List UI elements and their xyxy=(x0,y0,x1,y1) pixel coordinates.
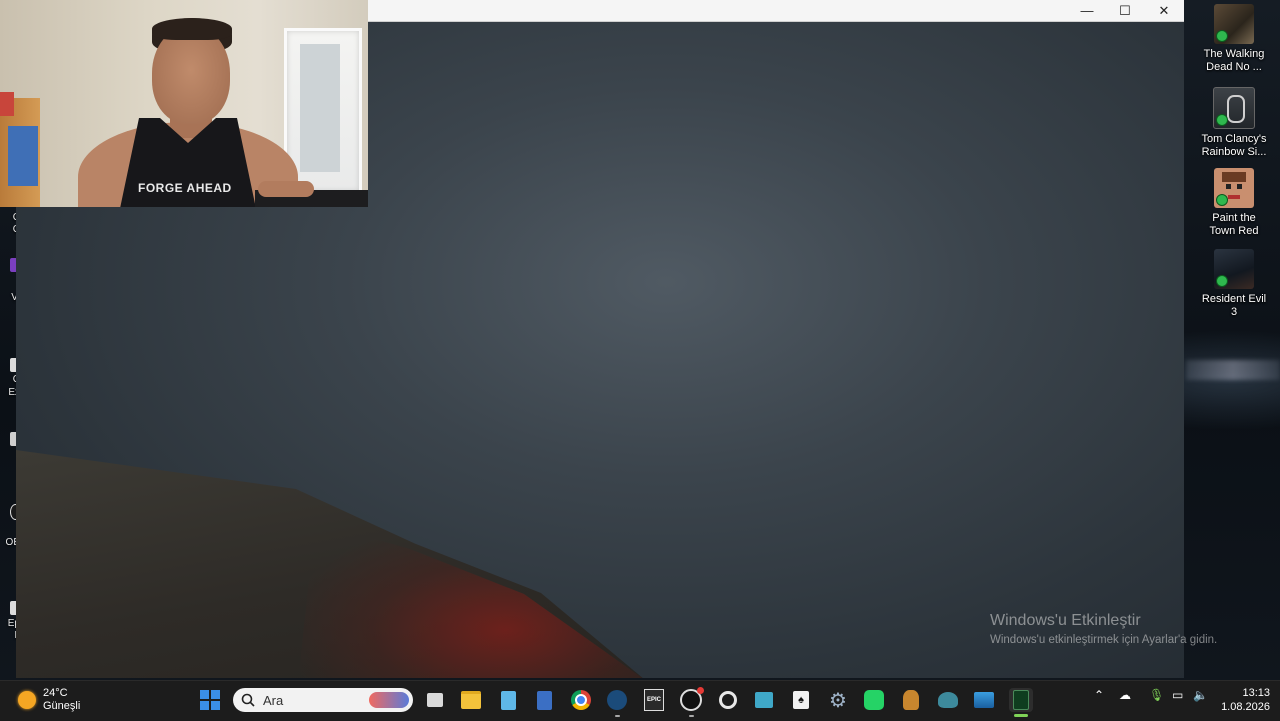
task-view-icon xyxy=(427,693,443,707)
sync-ok-icon xyxy=(1216,30,1228,42)
desktop-icon-label: Tom Clancy's xyxy=(1201,133,1267,145)
microphone-icon[interactable]: 🎙 xyxy=(1149,688,1164,702)
task-view-button[interactable] xyxy=(423,688,447,712)
desktop-icon-label: Dead No ... xyxy=(1206,61,1262,73)
taskbar-chrome[interactable] xyxy=(569,688,593,712)
sun-icon xyxy=(18,691,36,709)
steam-running-indicator xyxy=(615,715,620,717)
obs-running-indicator xyxy=(689,715,694,717)
photos-icon xyxy=(974,692,994,708)
steam-icon xyxy=(607,690,627,710)
taskbar-settings[interactable]: ⚙ xyxy=(826,688,850,712)
taskbar-whatsapp[interactable] xyxy=(862,688,886,712)
notepad-icon xyxy=(500,690,516,710)
taskbar-network-app[interactable] xyxy=(936,688,960,712)
clapperboard-icon xyxy=(755,692,773,708)
clock-time: 13:13 xyxy=(1242,687,1270,699)
taskbar-notepad[interactable] xyxy=(496,688,520,712)
globe-network-icon xyxy=(938,692,958,708)
search-placeholder: Ara xyxy=(263,692,284,708)
whatsapp-icon xyxy=(864,690,884,710)
desktop-icon-walking-dead[interactable]: The Walking Dead No ... xyxy=(1194,4,1274,74)
desktop-icon-rainbow-six[interactable]: Tom Clancy's Rainbow Si... xyxy=(1194,87,1274,159)
webcam-shirt-text: FORGE AHEAD xyxy=(138,181,232,195)
cards-icon: ♠ xyxy=(793,691,809,709)
active-app-indicator xyxy=(1014,714,1028,717)
taskbar-calculator[interactable] xyxy=(532,688,556,712)
sync-ok-icon xyxy=(1216,275,1228,287)
search-highlight-art xyxy=(369,692,409,708)
taskbar-photos[interactable] xyxy=(972,688,996,712)
taskbar-file-explorer[interactable] xyxy=(459,688,483,712)
desktop-icon-label: Resident Evil xyxy=(1201,293,1267,305)
desktop-icon-label: 3 xyxy=(1230,306,1238,318)
weather-description: Güneşli xyxy=(43,700,81,712)
paint-the-town-red-icon xyxy=(1214,168,1254,208)
game-character-icon xyxy=(903,690,919,710)
webcam-overlay: FORGE AHEAD xyxy=(0,0,368,207)
taskbar-obs[interactable] xyxy=(679,687,704,712)
walking-dead-icon xyxy=(1214,4,1254,44)
taskbar-app-clapper[interactable] xyxy=(752,688,776,712)
windows-logo-icon xyxy=(200,690,220,710)
desktop-icon-resident-evil-3[interactable]: Resident Evil 3 xyxy=(1194,249,1274,319)
webcam-person-hair-top xyxy=(152,18,232,40)
taskbar-ubisoft[interactable] xyxy=(716,688,740,712)
activation-watermark-subtitle: Windows'u etkinleştirmek için Ayarlar'a … xyxy=(990,634,1218,646)
desktop-icon-paint-the-town-red[interactable]: Paint the Town Red xyxy=(1194,168,1274,238)
onedrive-cloud-icon[interactable]: ☁ xyxy=(1119,688,1131,702)
webcam-person-hand xyxy=(258,181,314,197)
obs-icon xyxy=(680,687,704,711)
desktop-icon-label: The Walking xyxy=(1203,48,1265,60)
webcam-window-glass xyxy=(300,44,340,172)
taskbar xyxy=(0,680,1280,721)
network-icon[interactable]: ▭ xyxy=(1172,688,1183,702)
taskbar-solitaire[interactable]: ♠ xyxy=(789,688,813,712)
clock-date: 1.08.2026 xyxy=(1221,701,1270,713)
webcam-blue-cabinet xyxy=(8,126,38,186)
taskbar-clock[interactable]: 13:13 1.08.2026 xyxy=(1212,686,1270,714)
desktop-icon-label: Paint the xyxy=(1212,212,1256,224)
ubisoft-icon xyxy=(719,691,737,709)
wallpaper-city-lights xyxy=(1186,360,1280,380)
gear-icon: ⚙ xyxy=(829,689,847,712)
start-button[interactable] xyxy=(198,688,222,712)
speaker-icon[interactable]: 🔈 xyxy=(1193,688,1208,702)
taskbar-steam[interactable] xyxy=(605,688,629,712)
camera-app-icon xyxy=(1013,690,1029,710)
chrome-icon xyxy=(571,690,591,710)
folder-icon xyxy=(461,691,481,709)
activation-watermark-title: Windows'u Etkinleştir xyxy=(990,612,1141,629)
rainbow-six-icon xyxy=(1213,87,1255,129)
desktop-icon-label: Town Red xyxy=(1209,225,1259,237)
minimize-button[interactable]: — xyxy=(1068,0,1106,21)
maximize-button[interactable]: ☐ xyxy=(1106,0,1144,21)
sync-ok-icon xyxy=(1216,194,1228,206)
calculator-icon xyxy=(536,690,552,710)
sync-ok-icon xyxy=(1216,114,1228,126)
resident-evil-3-icon xyxy=(1214,249,1254,289)
webcam-red-object xyxy=(0,92,14,116)
search-icon xyxy=(241,693,255,707)
webcam-person-head xyxy=(152,26,230,124)
close-button[interactable]: ✕ xyxy=(1145,0,1183,21)
weather-widget[interactable]: 24°C Güneşli xyxy=(18,687,80,713)
taskbar-epic-games[interactable]: EPIC xyxy=(642,688,666,712)
taskbar-search-box[interactable]: Ara xyxy=(233,688,413,712)
tray-overflow-chevron-icon[interactable]: ⌃ xyxy=(1094,688,1104,702)
taskbar-camera-active[interactable] xyxy=(1009,688,1033,712)
epic-games-icon: EPIC xyxy=(644,689,664,711)
camera-preview-fabric-red xyxy=(296,522,676,678)
taskbar-game-app[interactable] xyxy=(899,688,923,712)
desktop-icon-label: Rainbow Si... xyxy=(1201,146,1267,158)
weather-temperature: 24°C xyxy=(43,687,68,699)
